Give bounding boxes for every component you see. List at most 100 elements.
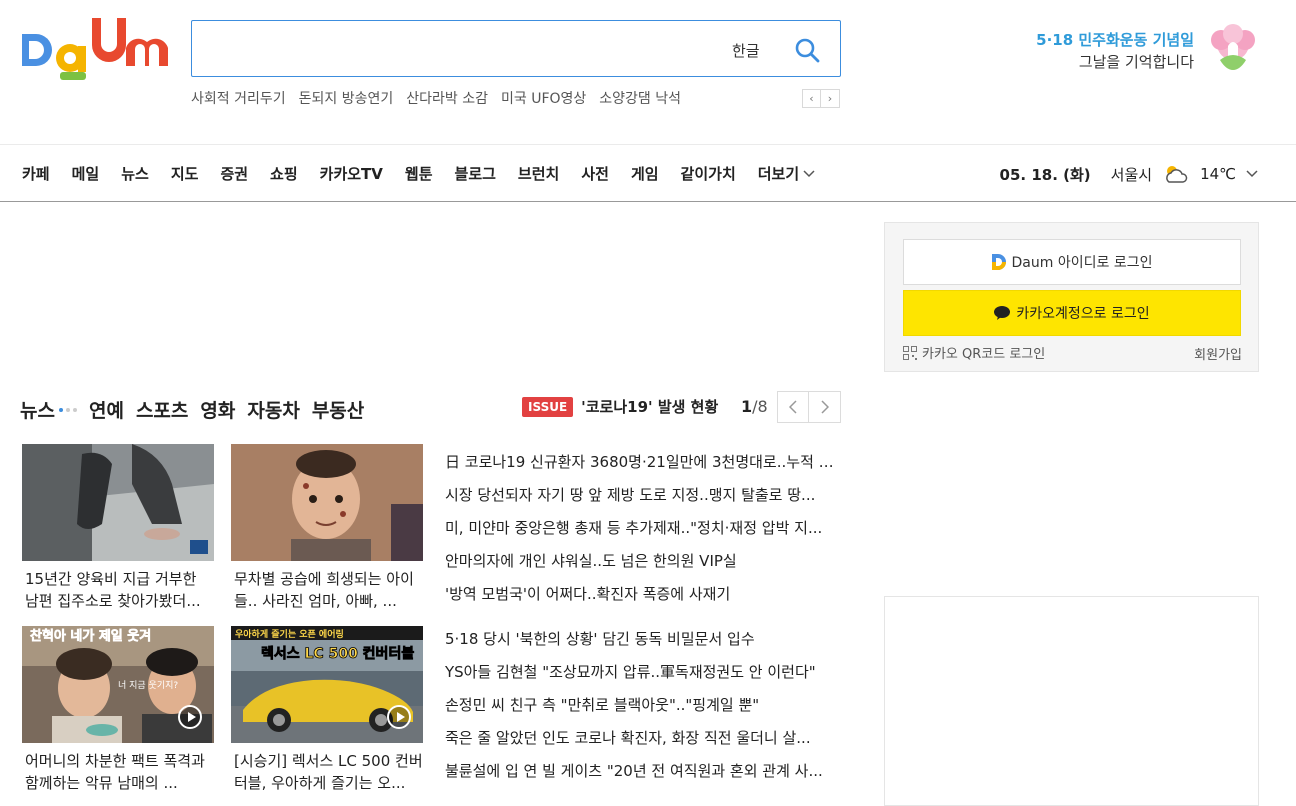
- tab-auto[interactable]: 자동차: [247, 396, 299, 423]
- search-icon: [795, 38, 820, 63]
- news-prev-button[interactable]: [777, 391, 809, 423]
- nav-item-news[interactable]: 뉴스: [121, 163, 149, 184]
- memorial-banner[interactable]: 5·18 민주화운동 기념일 그날을 기억합니다: [1000, 24, 1260, 76]
- realtime-trends: 사회적 거리두기 돈되지 방송연기 산다라박 소감 미국 UFO영상 소양강댐 …: [191, 88, 681, 108]
- trend-next-button[interactable]: ›: [821, 89, 840, 108]
- news-thumbnail: 너 지금 웃기지? 찬혁아 네가 제일 웃겨: [22, 626, 214, 743]
- page-total: /8: [752, 397, 768, 416]
- nav-item-map[interactable]: 지도: [171, 163, 199, 184]
- nav-item-shopping[interactable]: 쇼핑: [270, 163, 298, 184]
- headline-item[interactable]: 손정민 씨 친구 측 "만취로 블랙아웃".."핑계일 뿐": [445, 689, 840, 722]
- memorial-title: 5·18 민주화운동 기념일: [1036, 31, 1194, 49]
- news-card[interactable]: 15년간 양육비 지급 거부한 남편 집주소로 찾아가봤더...: [22, 444, 214, 612]
- search-input[interactable]: [206, 31, 706, 67]
- thumb-overlay-sub: 너 지금 웃기지?: [118, 680, 178, 691]
- nav-more-label: 더보기: [757, 165, 800, 183]
- hangul-keyboard-button[interactable]: 한글: [732, 40, 760, 61]
- search-box: 한글: [191, 20, 841, 77]
- nav-item-kakaotv[interactable]: 카카오TV: [320, 163, 383, 184]
- date-text: 05. 18. (화): [999, 165, 1091, 184]
- chevron-right-icon: [820, 400, 829, 414]
- play-icon: [178, 705, 202, 729]
- login-panel: Daum 아이디로 로그인 카카오계정으로 로그인 카카오 QR코드 로그인 회…: [884, 222, 1259, 372]
- trend-item[interactable]: 사회적 거리두기: [191, 88, 286, 108]
- news-card-caption: 무차별 공습에 희생되는 아이들.. 사라진 엄마, 아빠, ...: [234, 570, 414, 610]
- daum-login-button[interactable]: Daum 아이디로 로그인: [903, 239, 1241, 285]
- nav-item-blog[interactable]: 블로그: [455, 163, 496, 184]
- nav-item-brunch[interactable]: 브런치: [518, 163, 559, 184]
- headline-item[interactable]: '방역 모범국'이 어쩌다..확진자 폭증에 사재기: [445, 578, 840, 611]
- page-current: 1: [741, 397, 753, 416]
- headline-item[interactable]: YS아들 김현철 "조상묘까지 압류..軍독재정권도 안 이런다": [445, 656, 840, 689]
- chevron-left-icon: [789, 400, 797, 414]
- qr-login-label: 카카오 QR코드 로그인: [922, 347, 1046, 362]
- news-card[interactable]: 무차별 공습에 희생되는 아이들.. 사라진 엄마, 아빠, ...: [231, 444, 423, 612]
- memorial-subtitle: 그날을 기억합니다: [1078, 53, 1194, 71]
- news-page-indicator: 1/8: [741, 397, 768, 416]
- news-card-caption: 15년간 양육비 지급 거부한 남편 집주소로 찾아가봤더...: [25, 570, 201, 610]
- nav-item-together[interactable]: 같이가치: [681, 163, 736, 184]
- headline-item[interactable]: 시장 당선되자 자기 땅 앞 제방 도로 지정..맹지 탈출로 땅...: [445, 479, 840, 512]
- nav-item-webtoon[interactable]: 웹툰: [405, 163, 433, 184]
- ad-placeholder: [884, 596, 1259, 806]
- thumb-overlay-title: 찬혁아 네가 제일 웃겨: [30, 628, 151, 644]
- headline-item[interactable]: 5·18 당시 '북한의 상황' 담긴 동독 비밀문서 입수: [445, 623, 840, 656]
- weather-city[interactable]: 서울시: [1111, 164, 1152, 185]
- qr-login-link[interactable]: 카카오 QR코드 로그인: [903, 343, 1045, 362]
- headline-item[interactable]: 죽은 줄 알았던 인도 코로나 확진자, 화장 직전 울더니 살...: [445, 722, 840, 755]
- news-tabs: 뉴스 연예 스포츠 영화 자동차 부동산: [20, 396, 376, 423]
- tab-realestate[interactable]: 부동산: [312, 396, 364, 423]
- kakao-login-button[interactable]: 카카오계정으로 로그인: [903, 290, 1241, 336]
- headline-list: 日 코로나19 신규환자 3680명·21일만에 3천명대로..누적 6... …: [445, 446, 840, 611]
- news-pager: [777, 391, 841, 423]
- news-card-caption: [시승기] 렉서스 LC 500 컨버터블, 우아하게 즐기는 오...: [234, 752, 423, 792]
- news-thumbnail: [22, 444, 214, 561]
- nav-item-game[interactable]: 게임: [631, 163, 659, 184]
- tab-news[interactable]: 뉴스: [20, 396, 55, 423]
- issue-link[interactable]: ISSUE '코로나19' 발생 현황: [522, 396, 718, 417]
- trend-item[interactable]: 소양강댐 낙석: [599, 88, 681, 108]
- trend-item[interactable]: 산다라박 소감: [406, 88, 488, 108]
- search-button[interactable]: [792, 35, 822, 65]
- headline-item[interactable]: 불륜설에 입 연 빌 게이츠 "20년 전 여직원과 혼외 관계 사...: [445, 755, 840, 788]
- speech-bubble-icon: [994, 306, 1011, 320]
- kakao-login-label: 카카오계정으로 로그인: [1016, 306, 1150, 322]
- trend-item[interactable]: 돈되지 방송연기: [299, 88, 394, 108]
- partly-cloudy-icon: [1166, 166, 1188, 183]
- nav-item-mail[interactable]: 메일: [72, 163, 100, 184]
- nav-item-stock[interactable]: 증권: [220, 163, 248, 184]
- tab-movie[interactable]: 영화: [200, 396, 235, 423]
- weather-temp: 14℃: [1200, 165, 1236, 183]
- news-card[interactable]: 우아하게 즐기는 오픈 에어링 렉서스 LC 500 컨버터블 [시승기] 렉서…: [231, 626, 423, 794]
- nav-more-button[interactable]: 더보기: [758, 163, 815, 184]
- nav-item-dictionary[interactable]: 사전: [581, 163, 609, 184]
- news-thumbnail: [231, 444, 423, 561]
- tab-sports[interactable]: 스포츠: [136, 396, 188, 423]
- trend-prev-button[interactable]: ‹: [802, 89, 821, 108]
- tab-indicator-dots: [58, 407, 77, 412]
- qr-code-icon: [903, 345, 917, 360]
- daum-logo[interactable]: [22, 18, 168, 80]
- trend-pager: ‹ ›: [802, 89, 840, 108]
- headline-list: 5·18 당시 '북한의 상황' 담긴 동독 비밀문서 입수 YS아들 김현철 …: [445, 623, 840, 788]
- chevron-down-icon[interactable]: [1246, 170, 1258, 178]
- news-card[interactable]: 너 지금 웃기지? 찬혁아 네가 제일 웃겨 어머니의 차분한 팩트 폭격과 함…: [22, 626, 214, 794]
- tab-entertainment[interactable]: 연예: [89, 396, 124, 423]
- news-thumbnail: 우아하게 즐기는 오픈 에어링 렉서스 LC 500 컨버터블: [231, 626, 423, 743]
- issue-text: '코로나19' 발생 현황: [581, 398, 719, 416]
- daum-d-icon: [991, 254, 1006, 270]
- headline-item[interactable]: 미, 미얀마 중앙은행 총재 등 추가제재.."정치·재정 압박 지...: [445, 512, 840, 545]
- daum-login-label: Daum 아이디로 로그인: [1011, 255, 1153, 271]
- thumb-overlay-top: 우아하게 즐기는 오픈 에어링: [235, 628, 344, 640]
- headline-item[interactable]: 안마의자에 개인 샤워실..도 넘은 한의원 VIP실: [445, 545, 840, 578]
- signup-link[interactable]: 회원가입: [1194, 344, 1242, 363]
- headline-item[interactable]: 日 코로나19 신규환자 3680명·21일만에 3천명대로..누적 6...: [445, 446, 840, 479]
- issue-badge: ISSUE: [522, 396, 574, 417]
- news-next-button[interactable]: [809, 391, 841, 423]
- date-weather: 05. 18. (화) 서울시 14℃: [1000, 162, 1258, 186]
- thumb-overlay-title: 렉서스 LC 500 컨버터블: [261, 645, 414, 662]
- main-nav: 카페 메일 뉴스 지도 증권 쇼핑 카카오TV 웹툰 블로그 브런치 사전 게임…: [0, 144, 1296, 202]
- trend-item[interactable]: 미국 UFO영상: [501, 88, 586, 108]
- nav-item-cafe[interactable]: 카페: [22, 163, 50, 184]
- play-icon: [387, 705, 411, 729]
